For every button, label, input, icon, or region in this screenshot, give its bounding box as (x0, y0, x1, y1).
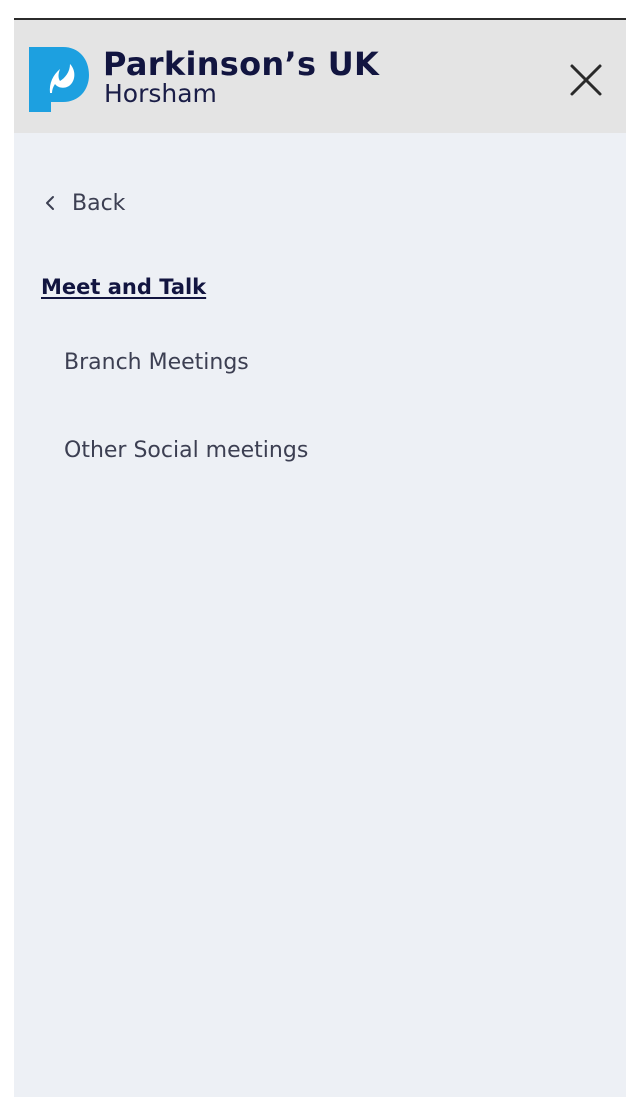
menu-item-branch-meetings[interactable]: Branch Meetings (64, 350, 249, 375)
back-label: Back (72, 190, 126, 216)
parkinsons-uk-logo-icon[interactable] (29, 47, 89, 112)
section-title-meet-and-talk[interactable]: Meet and Talk (41, 275, 206, 299)
back-link[interactable]: Back (42, 186, 125, 220)
close-icon[interactable] (566, 60, 606, 100)
brand-name[interactable]: Parkinson’s UK (103, 46, 379, 82)
branch-name: Horsham (104, 79, 217, 108)
mobile-menu-panel: Parkinson’s UK Horsham Back Meet and Tal… (14, 20, 626, 1097)
chevron-left-icon (46, 196, 54, 210)
menu-header: Parkinson’s UK Horsham (14, 20, 626, 133)
menu-item-other-social-meetings[interactable]: Other Social meetings (64, 438, 308, 463)
